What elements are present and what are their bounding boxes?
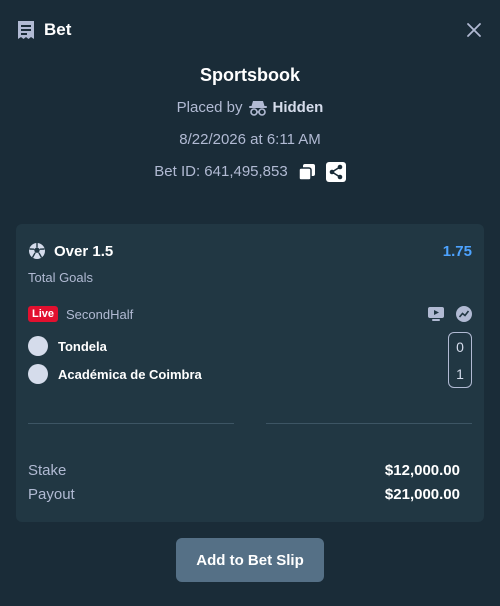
modal-title: Bet xyxy=(44,20,72,39)
incognito-icon xyxy=(248,100,267,116)
payout-value: $21,000.00 xyxy=(384,485,460,503)
share-icon[interactable] xyxy=(325,162,346,182)
stake-value: $12,000.00 xyxy=(384,461,460,479)
scoreboard: 0 1 xyxy=(448,332,472,388)
placed-by-label: Placed by xyxy=(176,99,243,116)
soccer-ball-icon xyxy=(28,242,46,260)
market-name: Total Goals xyxy=(28,270,94,285)
close-button[interactable] xyxy=(464,20,484,40)
bet-slip-icon xyxy=(16,20,36,40)
bet-datetime: 8/22/2026 at 6:11 AM xyxy=(179,131,321,148)
team-name: Tondela xyxy=(58,338,107,354)
selection-row: Over 1.5 1.75 xyxy=(28,240,472,262)
away-score: 1 xyxy=(456,365,464,382)
team-row-away: Académica de Coimbra xyxy=(28,363,202,385)
payout-label: Payout xyxy=(28,485,75,503)
home-score: 0 xyxy=(456,338,464,355)
match-period: SecondHalf xyxy=(66,306,134,322)
match-actions xyxy=(428,306,472,322)
bet-modal: Bet Sportsbook Placed by Hidden 8/22/202… xyxy=(0,0,500,606)
stats-icon[interactable] xyxy=(456,306,472,322)
bet-source-title: Sportsbook xyxy=(199,65,300,85)
live-status-row: Live SecondHalf xyxy=(28,304,472,324)
team-logo-placeholder xyxy=(28,364,48,384)
bet-id-line: Bet ID: 641,495,853 xyxy=(0,156,500,188)
payout-row: Payout $21,000.00 xyxy=(28,483,460,505)
bet-id: Bet ID: 641,495,853 xyxy=(154,163,288,180)
divider xyxy=(28,423,234,424)
placed-by-line: Placed by Hidden xyxy=(0,92,500,124)
team-name: Académica de Coimbra xyxy=(58,366,202,382)
close-icon xyxy=(467,23,481,37)
divider xyxy=(266,423,472,424)
bet-card: Over 1.5 1.75 Total Goals Live SecondHal… xyxy=(16,224,484,522)
team-logo-placeholder xyxy=(28,336,48,356)
copy-icon[interactable] xyxy=(297,163,316,181)
live-badge: Live xyxy=(28,306,59,322)
placed-by-user: Hidden xyxy=(272,99,324,116)
bet-info: Sportsbook Placed by Hidden 8/22/2026 at… xyxy=(0,62,500,188)
add-to-bet-slip-button[interactable]: Add to Bet Slip xyxy=(176,538,324,582)
live-stream-icon[interactable] xyxy=(428,307,444,321)
selection-odds: 1.75 xyxy=(442,242,472,260)
selection-name: Over 1.5 xyxy=(54,242,114,260)
modal-header: Bet xyxy=(16,18,71,42)
stake-row: Stake $12,000.00 xyxy=(28,459,460,481)
team-row-home: Tondela xyxy=(28,335,107,357)
stake-label: Stake xyxy=(28,461,67,479)
